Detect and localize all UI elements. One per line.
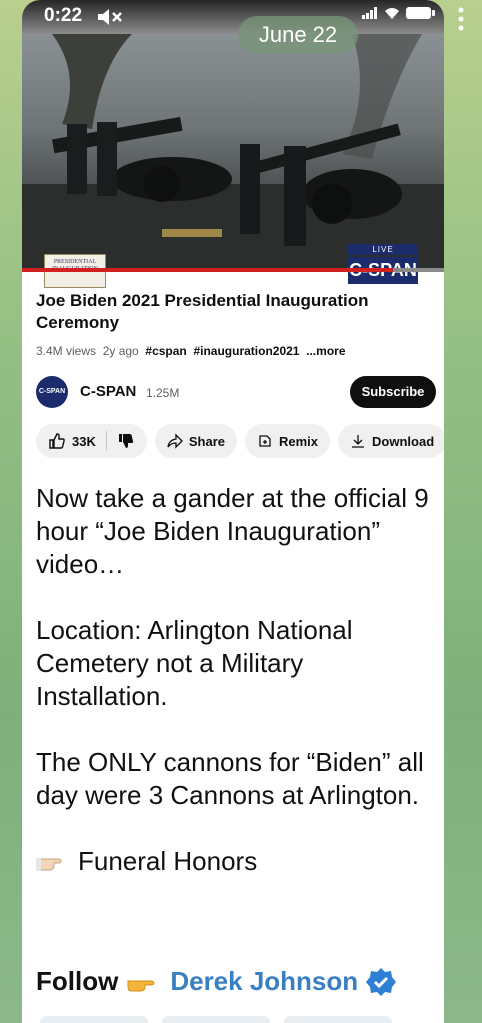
- subscriber-count: 1.25M: [146, 386, 180, 400]
- download-button[interactable]: Download: [338, 424, 444, 458]
- share-button[interactable]: Share: [154, 424, 237, 458]
- remix-label: Remix: [279, 433, 319, 449]
- system-icons: [362, 6, 436, 20]
- message-paragraph: The ONLY cannons for “Biden” all day wer…: [36, 747, 424, 810]
- reaction-row: [40, 1016, 392, 1023]
- hashtag[interactable]: #cspan: [145, 344, 186, 358]
- cspan-bug: LIVE C-SPAN: [348, 244, 418, 284]
- video-progress-track: [393, 268, 444, 272]
- share-icon: [167, 433, 183, 449]
- reaction-pill[interactable]: [162, 1016, 270, 1023]
- follow-label: Follow: [36, 966, 119, 996]
- message-paragraph: Now take a gander at the official 9 hour…: [36, 483, 429, 579]
- verified-badge-icon: [366, 967, 397, 996]
- mute-icon: [98, 9, 122, 25]
- pointing-hand-icon: [36, 857, 62, 871]
- pointing-hand-icon: [127, 980, 155, 991]
- share-label: Share: [188, 433, 225, 449]
- channel-name[interactable]: C-SPAN: [80, 383, 136, 400]
- video-meta[interactable]: 3.4M views 2y ago #cspan #inauguration20…: [36, 344, 346, 358]
- wifi-icon: [385, 8, 399, 19]
- more-vert-icon[interactable]: [458, 6, 464, 32]
- funeral-honors-text: Funeral Honors: [78, 846, 258, 876]
- reaction-pill[interactable]: [284, 1016, 392, 1023]
- action-bar: 33K Share Remix Download: [36, 424, 444, 458]
- message-text: Now take a gander at the official 9 hour…: [36, 482, 436, 911]
- battery-icon: [406, 7, 435, 19]
- date-header: June 22: [238, 16, 358, 54]
- channel-row: C-SPAN C-SPAN 1.25M Subscribe: [36, 376, 436, 410]
- reaction-pill[interactable]: [40, 1016, 148, 1023]
- thumbs-up-icon[interactable]: [48, 432, 66, 450]
- video-progress[interactable]: [22, 268, 394, 272]
- channel-avatar[interactable]: C-SPAN: [36, 376, 68, 408]
- remix-icon: [259, 435, 271, 447]
- signal-icon: [362, 7, 377, 19]
- follow-row: Follow Derek Johnson: [36, 966, 397, 997]
- download-icon: [352, 435, 365, 448]
- like-count: 33K: [72, 433, 96, 449]
- video-title[interactable]: Joe Biden 2021 Presidential Inauguration…: [36, 290, 436, 334]
- thumbs-down-icon[interactable]: [117, 432, 135, 450]
- message-card: 0:22 PRESIDENTIAL LIVE Joe Biden 2021 Pr…: [22, 0, 444, 1023]
- follow-name-link[interactable]: Derek Johnson: [170, 966, 358, 997]
- message-paragraph: Location: Arlington National Cemetery no…: [36, 615, 353, 711]
- more-link[interactable]: ...more: [306, 344, 345, 358]
- upload-age: 2y ago: [102, 344, 139, 358]
- status-bar: 0:22: [22, 0, 444, 34]
- hashtag[interactable]: #inauguration2021: [193, 344, 299, 358]
- status-time: 0:22: [44, 5, 83, 26]
- remix-button[interactable]: Remix: [245, 424, 331, 458]
- video-thumbnail[interactable]: PRESIDENTIAL INAUGURATION LIVE C-SPAN: [22, 34, 444, 288]
- live-tag: LIVE: [348, 244, 418, 255]
- like-dislike-group: 33K: [36, 424, 147, 458]
- pill-divider: [105, 431, 107, 451]
- video-scene: [22, 34, 444, 270]
- funeral-honors-line: Funeral Honors: [36, 845, 436, 878]
- download-label: Download: [372, 433, 435, 449]
- subscribe-button[interactable]: Subscribe: [350, 376, 436, 408]
- view-count: 3.4M views: [36, 344, 97, 358]
